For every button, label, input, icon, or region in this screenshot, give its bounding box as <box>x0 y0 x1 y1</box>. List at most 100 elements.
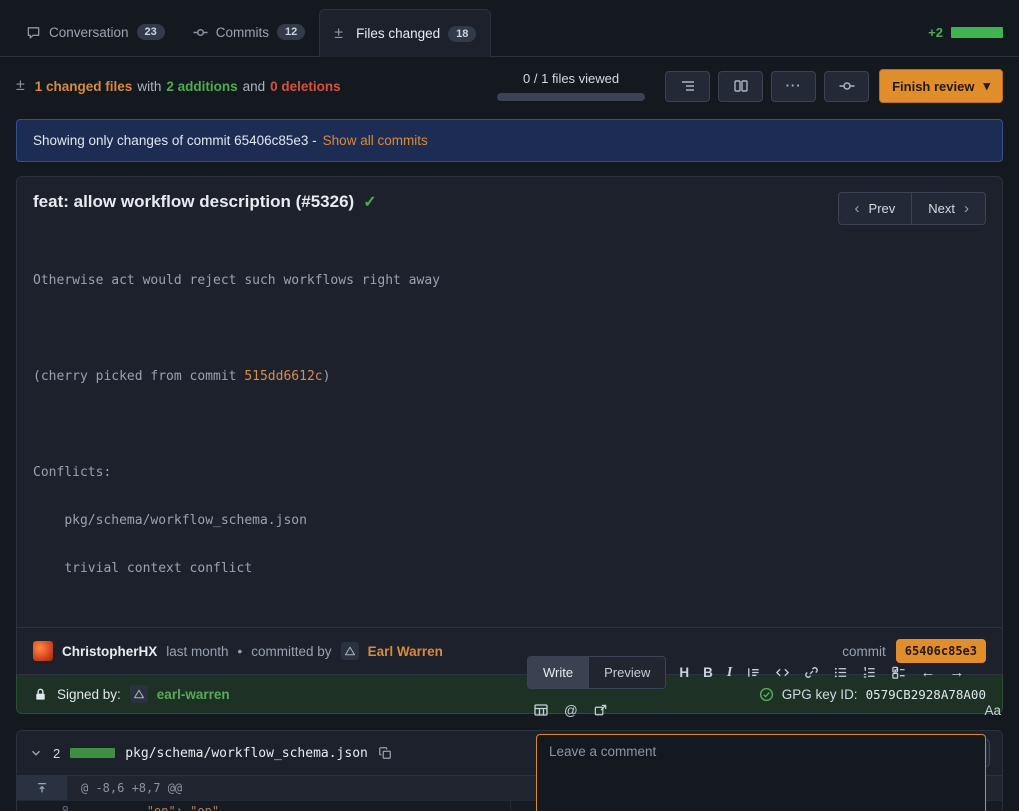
finish-review-label: Finish review <box>892 79 974 94</box>
code-text: "on": "on", <box>89 804 226 811</box>
committed-by-label: committed by <box>251 644 331 659</box>
summary-deletions: 0 deletions <box>270 79 341 94</box>
chevron-left-icon: ‹ <box>855 204 860 214</box>
pr-tab-bar: Conversation 23 Commits 12 ± Files chang… <box>0 0 1019 57</box>
text-size-icon[interactable]: Aa <box>984 703 1001 718</box>
commits-count-badge: 12 <box>277 24 305 40</box>
conversation-count-badge: 23 <box>137 24 165 40</box>
lock-icon <box>33 687 48 702</box>
blank-line <box>33 321 986 337</box>
write-preview-switch: Write Preview <box>527 656 666 689</box>
commit-message-line: trivial context conflict <box>33 561 986 577</box>
fold-file-button[interactable] <box>29 746 43 760</box>
commit-message-line: Otherwise act would reject such workflow… <box>33 273 986 289</box>
tab-conversation[interactable]: Conversation 23 <box>12 8 179 56</box>
single-commit-banner: Showing only changes of commit 65406c85e… <box>16 119 1003 162</box>
next-commit-button[interactable]: Next › <box>912 192 986 225</box>
cherry-pick-hash-link[interactable]: 515dd6612c <box>244 369 322 384</box>
line-number-old[interactable]: 8 <box>17 801 81 811</box>
banner-message: Showing only changes of commit 65406c85e… <box>33 133 317 148</box>
conversation-icon <box>26 25 41 40</box>
tab-conversation-label: Conversation <box>49 25 129 40</box>
changed-files-summary: ± 1 changed files with 2 additions and 0… <box>16 77 341 95</box>
diffstat: +2 <box>928 8 1007 56</box>
task-list-icon[interactable] <box>891 665 906 680</box>
commit-title: feat: allow workflow description (#5326)… <box>33 192 377 212</box>
summary-with: with <box>137 79 161 94</box>
summary-additions: 2 additions <box>166 79 237 94</box>
file-diffstat-bar <box>70 748 115 758</box>
inline-comment-editor: Write Preview H B I <box>527 656 1005 811</box>
signed-by-label: Signed by: <box>57 687 121 702</box>
quote-icon[interactable] <box>746 665 761 680</box>
files-count-badge: 18 <box>448 26 476 42</box>
diffstat-additions: +2 <box>928 25 943 40</box>
bullet-separator: • <box>238 644 243 659</box>
commit-pager: ‹ Prev Next › <box>838 192 986 225</box>
diff-options-button[interactable]: ··· <box>771 71 816 102</box>
diff-icon: ± <box>334 25 343 43</box>
files-viewed: 0 / 1 files viewed <box>497 71 645 101</box>
committer-avatar[interactable] <box>341 642 359 660</box>
pull-request-files-page: Conversation 23 Commits 12 ± Files chang… <box>0 0 1019 811</box>
code-icon[interactable] <box>775 665 790 680</box>
finish-review-button[interactable]: Finish review ▾ <box>879 69 1003 103</box>
tab-preview[interactable]: Preview <box>588 657 665 688</box>
file-tree-icon <box>680 78 696 94</box>
editor-toolbar: Write Preview H B I <box>527 656 1005 689</box>
expand-diff-button[interactable] <box>17 776 67 800</box>
blank-line <box>33 417 986 433</box>
bold-icon[interactable]: B <box>703 665 713 680</box>
commit-title-text: feat: allow workflow description (#5326) <box>33 192 354 212</box>
prev-label: Prev <box>869 201 896 216</box>
author-name[interactable]: ChristopherHX <box>62 644 157 659</box>
diff-view-style-button[interactable] <box>718 71 763 102</box>
commit-message-line: (cherry picked from commit 515dd6612c) <box>33 369 986 385</box>
link-icon[interactable] <box>804 665 819 680</box>
arrow-left-icon[interactable]: ← <box>920 664 935 681</box>
reference-icon[interactable] <box>593 703 608 718</box>
mention-icon[interactable]: @ <box>564 703 578 718</box>
file-name[interactable]: pkg/schema/workflow_schema.json <box>125 746 368 761</box>
heading-icon[interactable]: H <box>679 665 689 680</box>
files-viewed-progress <box>497 93 645 101</box>
bullet-list-icon[interactable] <box>833 665 848 680</box>
file-lines-changed: 2 <box>53 746 60 761</box>
tab-commits-label: Commits <box>216 25 269 40</box>
copy-file-path-button[interactable] <box>378 746 392 760</box>
prev-commit-button[interactable]: ‹ Prev <box>838 192 913 225</box>
author-avatar[interactable] <box>33 641 53 661</box>
select-commit-button[interactable] <box>824 71 869 102</box>
commit-header: feat: allow workflow description (#5326)… <box>17 177 1002 229</box>
chevron-right-icon: › <box>964 204 969 214</box>
code-cell-old[interactable]: "on": "on", <box>81 801 510 811</box>
review-tools: 0 / 1 files viewed ··· <box>497 69 1003 103</box>
file-tree-toggle-button[interactable] <box>665 71 710 102</box>
comment-input[interactable] <box>536 734 986 811</box>
tab-write[interactable]: Write <box>528 657 588 688</box>
ellipsis-icon: ··· <box>786 82 802 90</box>
italic-icon[interactable]: I <box>727 665 732 681</box>
editor-toolbar-row2: @ Aa <box>527 702 1005 718</box>
expand-up-icon <box>35 781 49 795</box>
next-label: Next <box>928 201 955 216</box>
tab-files-changed[interactable]: ± Files changed 18 <box>319 9 491 57</box>
changed-files-toolbar: ± 1 changed files with 2 additions and 0… <box>0 57 1019 113</box>
show-all-commits-link[interactable]: Show all commits <box>323 133 428 148</box>
arrow-right-icon[interactable]: → <box>949 664 964 681</box>
commit-panel: feat: allow workflow description (#5326)… <box>16 176 1003 675</box>
tab-commits[interactable]: Commits 12 <box>179 8 320 56</box>
commit-icon <box>839 78 855 94</box>
commit-icon <box>193 25 208 40</box>
table-icon[interactable] <box>533 702 549 718</box>
committer-name[interactable]: Earl Warren <box>368 644 443 659</box>
numbered-list-icon[interactable] <box>862 665 877 680</box>
summary-and: and <box>243 79 266 94</box>
changed-files-link[interactable]: 1 changed files <box>35 79 133 94</box>
split-view-icon <box>733 78 749 94</box>
commit-message-body: Otherwise act would reject such workflow… <box>17 229 1002 627</box>
signer-name[interactable]: earl-warren <box>157 687 230 702</box>
signer-avatar[interactable] <box>130 685 148 703</box>
diff-icon: ± <box>16 77 25 95</box>
commit-message-line: pkg/schema/workflow_schema.json <box>33 513 986 529</box>
